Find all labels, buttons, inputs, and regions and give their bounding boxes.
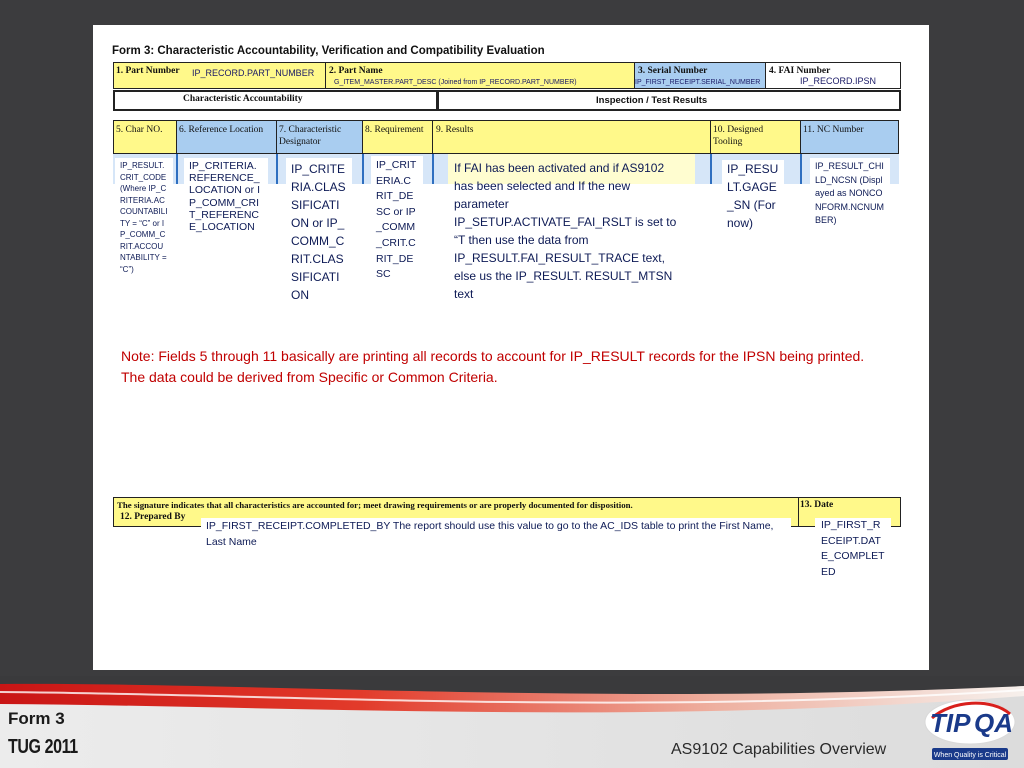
char-no-text: IP_RESULT.CRIT_CODE (Where IP_CRITERIA.A… <box>120 161 168 274</box>
serial-number-value: IP_FIRST_RECEIPT.SERIAL_NUMBER <box>635 79 761 86</box>
requirement-text: IP_CRITERIA.CRIT_DESC or IP_COMM_CRIT.CR… <box>376 159 417 281</box>
col-reference-header: 6. Reference Location <box>176 120 277 154</box>
date-label: 13. Date <box>800 500 834 510</box>
results-text: If FAI has been activated and if AS9102 … <box>454 161 677 301</box>
characteristic-accountability-header: Characteristic Accountability <box>113 90 438 111</box>
note-text: Note: Fields 5 through 11 basically are … <box>121 348 865 385</box>
designator-text: IP_CRITERIA.CLASSIFICATION or IP_COMM_CR… <box>291 162 346 302</box>
tipqa-logo: TIP QA When Quality is Critical <box>922 692 1018 764</box>
col-requirement-label: 8. Requirement <box>365 125 424 135</box>
footer-event-label: TUG 2011 <box>8 736 78 758</box>
results-cell: If FAI has been activated and if AS9102 … <box>447 159 693 303</box>
characteristic-accountability-label: Characteristic Accountability <box>183 94 303 104</box>
reference-cell: IP_CRITERIA.REFERENCE_LOCATION or IP_COM… <box>184 158 268 236</box>
fai-number-cell: 4. FAI Number IP_RECORD.IPSN <box>765 62 901 89</box>
serial-number-cell: 3. Serial Number IP_FIRST_RECEIPT.SERIAL… <box>634 62 766 89</box>
prepared-by-label: 12. Prepared By <box>120 512 186 522</box>
prepared-by-value-cell: IP_FIRST_RECEIPT.COMPLETED_BY The report… <box>201 518 791 550</box>
col-results-header: 9. Results <box>432 120 711 154</box>
form-title: Form 3: Characteristic Accountability, V… <box>112 45 545 57</box>
col-char-no-header: 5. Char NO. <box>113 120 177 154</box>
signature-statement: The signature indicates that all charact… <box>117 500 633 510</box>
column-divider <box>710 154 712 184</box>
designator-cell: IP_CRITERIA.CLASSIFICATION or IP_COMM_CR… <box>286 158 352 306</box>
col-tooling-label: 10. Designed Tooling <box>713 125 764 147</box>
signature-statement-cell: The signature indicates that all charact… <box>113 497 799 513</box>
column-divider <box>176 154 178 184</box>
col-tooling-header: 10. Designed Tooling <box>710 120 801 154</box>
col-char-no-label: 5. Char NO. <box>116 125 163 135</box>
inspection-results-header: Inspection / Test Results <box>437 90 901 111</box>
svg-text:TIP: TIP <box>930 708 971 738</box>
svg-text:When Quality is Critical: When Quality is Critical <box>934 752 1007 759</box>
serial-number-label: 3. Serial Number <box>638 66 708 76</box>
reference-text: IP_CRITERIA.REFERENCE_LOCATION or IP_COM… <box>189 160 260 234</box>
part-name-label: 2. Part Name <box>329 66 383 76</box>
fai-number-label: 4. FAI Number <box>769 66 831 76</box>
col-results-label: 9. Results <box>436 125 474 135</box>
requirement-cell: IP_CRITERIA.CRIT_DESC or IP_COMM_CRIT.CR… <box>371 156 423 285</box>
footer-title: AS9102 Capabilities Overview <box>671 741 887 758</box>
col-designator-label: 7. Characteristic Designator <box>279 125 342 147</box>
col-reference-label: 6. Reference Location <box>179 125 264 135</box>
col-requirement-header: 8. Requirement <box>362 120 433 154</box>
part-number-label: 1. Part Number <box>116 66 180 76</box>
column-divider <box>800 154 802 184</box>
part-number-cell: 1. Part Number IP_RECORD.PART_NUMBER <box>113 62 326 89</box>
date-value-cell: IP_FIRST_RECEIPT.DATE_COMPLETED <box>815 518 891 580</box>
inspection-results-label: Inspection / Test Results <box>596 95 708 106</box>
part-name-value: G_ITEM_MASTER.PART_DESC (Joined from IP_… <box>334 79 577 86</box>
column-divider <box>432 154 434 184</box>
nc-number-cell: IP_RESULT_CHILD_NCSN (Displayed as NONCO… <box>810 158 890 230</box>
prepared-by-value: IP_FIRST_RECEIPT.COMPLETED_BY The report… <box>206 520 774 548</box>
tooling-text: IP_RESULT.GAGE_SN (For now) <box>727 162 779 230</box>
tooling-cell: IP_RESULT.GAGE_SN (For now) <box>722 160 784 232</box>
date-value: IP_FIRST_RECEIPT.DATE_COMPLETED <box>821 519 885 578</box>
nc-number-text: IP_RESULT_CHILD_NCSN (Displayed as NONCO… <box>815 161 884 225</box>
column-divider <box>276 154 278 184</box>
char-no-cell: IP_RESULT.CRIT_CODE (Where IP_CRITERIA.A… <box>115 158 173 277</box>
col-designator-header: 7. Characteristic Designator <box>276 120 363 154</box>
col-nc-number-header: 11. NC Number <box>800 120 899 154</box>
tipqa-logo-icon: TIP QA When Quality is Critical <box>924 699 1016 760</box>
fai-number-value: IP_RECORD.IPSN <box>800 76 877 86</box>
part-number-value: IP_RECORD.PART_NUMBER <box>192 68 315 78</box>
footer-form-label: Form 3 <box>8 709 65 728</box>
part-name-cell: 2. Part Name G_ITEM_MASTER.PART_DESC (Jo… <box>325 62 635 89</box>
col-nc-number-label: 11. NC Number <box>803 125 864 135</box>
svg-text:QA: QA <box>974 708 1013 738</box>
column-divider <box>362 154 364 184</box>
